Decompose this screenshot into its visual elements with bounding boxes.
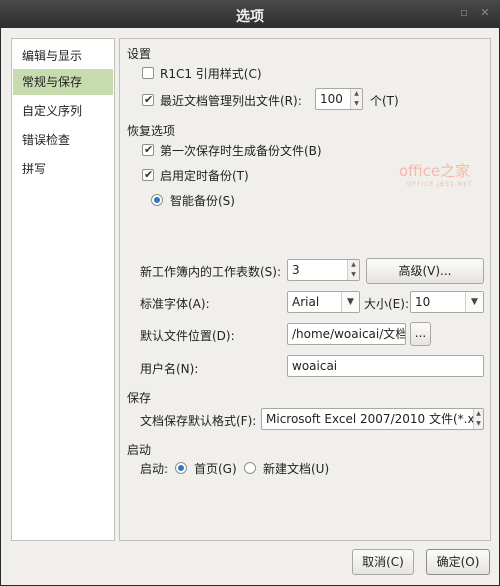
font-size-value: 10 bbox=[415, 295, 431, 309]
spin-up-icon[interactable]: ▲ bbox=[474, 409, 483, 419]
username-input[interactable]: woaicai bbox=[287, 355, 484, 377]
spin-up-icon[interactable]: ▲ bbox=[348, 260, 359, 270]
default-location-input[interactable]: /home/woaicai/文档 bbox=[287, 323, 406, 345]
recovery-heading: 恢复选项 bbox=[127, 124, 176, 138]
watermark-sub: OFFICE.JB51.NET bbox=[407, 181, 473, 188]
spin-down-icon[interactable]: ▼ bbox=[474, 419, 483, 429]
smart-backup-label: 智能备份(S) bbox=[170, 194, 235, 208]
watermark-logo: office之家 OFFICE.JB51.NET bbox=[399, 160, 473, 188]
font-size-label: 大小(E): bbox=[364, 297, 409, 311]
startup-heading: 启动 bbox=[127, 443, 152, 457]
smart-backup-radio[interactable] bbox=[151, 194, 163, 206]
recent-files-spin[interactable]: ▲ ▼ bbox=[350, 89, 362, 109]
standard-font-label: 标准字体(A): bbox=[140, 297, 210, 311]
ok-button[interactable]: 确定(O) bbox=[426, 549, 490, 575]
recent-files-label: 最近文档管理列出文件(R): bbox=[160, 94, 302, 108]
title-bar: 选项 ▫ ✕ bbox=[0, 0, 500, 28]
default-format-select[interactable]: Microsoft Excel 2007/2010 文件(*.xl ▲ ▼ bbox=[261, 408, 484, 430]
checkmark-icon: ✔ bbox=[144, 143, 154, 156]
sidebar-item-edit-display[interactable]: 编辑与显示 bbox=[13, 43, 113, 69]
recent-files-unit: 个(T) bbox=[370, 94, 399, 108]
startup-home-radio[interactable] bbox=[175, 462, 187, 474]
sidebar-item-general-save[interactable]: 常规与保存 bbox=[13, 69, 113, 95]
checkmark-icon: ✔ bbox=[144, 93, 154, 106]
settings-heading: 设置 bbox=[127, 47, 152, 61]
maximize-icon[interactable]: ▫ bbox=[457, 6, 471, 20]
username-label: 用户名(N): bbox=[140, 362, 199, 376]
sheets-count-value: 3 bbox=[292, 263, 300, 277]
category-list: 编辑与显示 常规与保存 自定义序列 错误检查 拼写 bbox=[11, 38, 115, 541]
chevron-down-icon[interactable]: ▼ bbox=[341, 292, 359, 312]
startup-home-label: 首页(G) bbox=[194, 462, 237, 476]
sidebar-item-error-checking[interactable]: 错误检查 bbox=[13, 127, 113, 153]
radio-selected-dot bbox=[154, 197, 160, 203]
spin-down-icon[interactable]: ▼ bbox=[348, 270, 359, 280]
first-save-backup-checkbox[interactable]: ✔ bbox=[142, 143, 154, 156]
advanced-button[interactable]: 高级(V)... bbox=[366, 258, 484, 284]
save-heading: 保存 bbox=[127, 391, 152, 405]
sidebar-item-custom-lists[interactable]: 自定义序列 bbox=[13, 98, 113, 124]
window-title: 选项 bbox=[236, 9, 264, 25]
cancel-button[interactable]: 取消(C) bbox=[352, 549, 414, 575]
recent-files-value: 100 bbox=[320, 92, 343, 106]
sheets-count-label: 新工作簿内的工作表数(S): bbox=[140, 265, 282, 279]
standard-font-value: Arial bbox=[292, 295, 320, 309]
close-icon[interactable]: ✕ bbox=[478, 6, 492, 20]
checkmark-icon: ✔ bbox=[144, 168, 154, 181]
timed-backup-checkbox[interactable]: ✔ bbox=[142, 168, 154, 181]
options-dialog: 编辑与显示 常规与保存 自定义序列 错误检查 拼写 设置 R1C1 引用样式(C… bbox=[0, 28, 500, 586]
startup-new-doc-radio[interactable] bbox=[244, 462, 256, 474]
default-format-value: Microsoft Excel 2007/2010 文件(*.xl bbox=[266, 412, 478, 426]
chevron-down-icon[interactable]: ▼ bbox=[465, 292, 483, 312]
browse-location-button[interactable]: ... bbox=[410, 322, 431, 346]
spin-up-icon[interactable]: ▲ bbox=[351, 89, 362, 99]
watermark-main: office之家 bbox=[399, 162, 471, 180]
font-size-select[interactable]: 10 ▼ bbox=[410, 291, 484, 313]
first-save-backup-label: 第一次保存时生成备份文件(B) bbox=[160, 144, 322, 158]
spin-down-icon[interactable]: ▼ bbox=[351, 99, 362, 109]
format-spin[interactable]: ▲ ▼ bbox=[473, 409, 483, 429]
startup-new-doc-label: 新建文档(U) bbox=[263, 462, 330, 476]
recent-files-checkbox[interactable]: ✔ bbox=[142, 93, 154, 106]
sheets-count-spin[interactable]: ▲ ▼ bbox=[347, 260, 359, 280]
timed-backup-label: 启用定时备份(T) bbox=[160, 169, 249, 183]
standard-font-select[interactable]: Arial ▼ bbox=[287, 291, 360, 313]
r1c1-checkbox[interactable] bbox=[142, 67, 154, 79]
r1c1-label: R1C1 引用样式(C) bbox=[160, 67, 262, 81]
default-location-label: 默认文件位置(D): bbox=[140, 329, 235, 343]
sidebar-item-spelling[interactable]: 拼写 bbox=[13, 156, 113, 182]
startup-label: 启动: bbox=[140, 462, 169, 476]
sheets-count-stepper[interactable]: 3 ▲ ▼ bbox=[287, 259, 360, 281]
radio-selected-dot bbox=[178, 465, 184, 471]
settings-panel: 设置 R1C1 引用样式(C) ✔ 最近文档管理列出文件(R): 100 ▲ ▼ … bbox=[119, 38, 491, 541]
default-format-label: 文档保存默认格式(F): bbox=[140, 414, 257, 428]
recent-files-stepper[interactable]: 100 ▲ ▼ bbox=[315, 88, 363, 110]
